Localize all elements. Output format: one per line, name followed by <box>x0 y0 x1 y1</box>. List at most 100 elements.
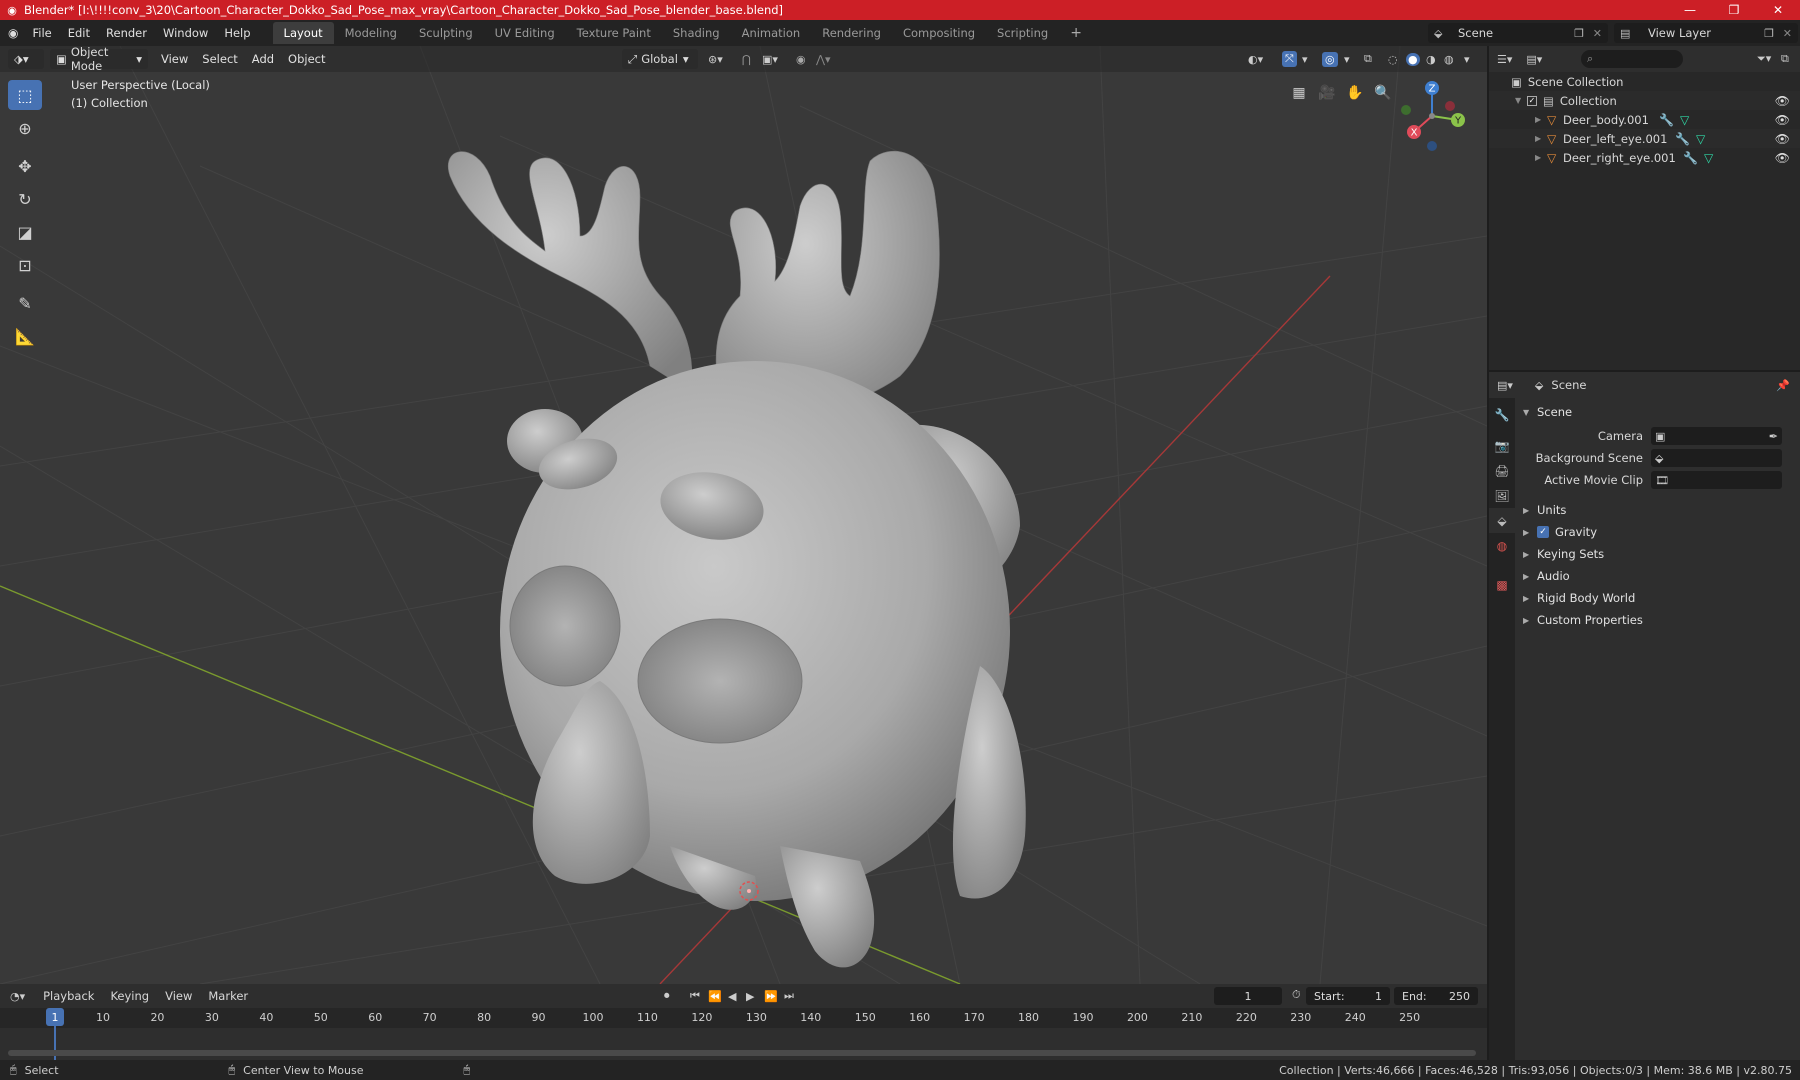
mode-selector[interactable]: ▣ Object Mode ▾ <box>50 46 148 73</box>
camera-field[interactable]: ▣ ✒ <box>1651 427 1782 445</box>
tab-animation[interactable]: Animation <box>731 22 812 44</box>
new-scene-icon[interactable]: ❐ <box>1574 27 1584 40</box>
panel-keying-sets-header[interactable]: ▶ Keying Sets <box>1519 544 1798 564</box>
tab-rendering[interactable]: Rendering <box>811 22 892 44</box>
blender-menu-icon[interactable]: ◉ <box>8 26 18 40</box>
new-collection-icon[interactable]: ⧉ <box>1781 52 1789 66</box>
tab-tool[interactable]: 🔧 <box>1489 402 1515 427</box>
menu-window[interactable]: Window <box>155 26 216 40</box>
new-view-layer-icon[interactable]: ❐ <box>1764 27 1774 40</box>
overlays-toggle-icon[interactable]: ◎ <box>1322 51 1338 67</box>
jump-keyframe-back-button[interactable]: ⏪ <box>708 990 722 1003</box>
annotate-tool[interactable]: ✎ <box>8 288 42 318</box>
camera-view-button[interactable]: 🎥 <box>1314 80 1340 106</box>
filter-icon[interactable]: ⏷▾ <box>1757 52 1771 66</box>
gravity-checkbox[interactable]: ✓ <box>1537 526 1549 538</box>
wireframe-shading-icon[interactable]: ◌ <box>1388 53 1398 66</box>
tab-modeling[interactable]: Modeling <box>334 22 408 44</box>
outliner-row-collection[interactable]: ▼ ✓ ▤ Collection 👁 <box>1489 91 1800 110</box>
overlays-menu-icon[interactable]: ▾ <box>1344 53 1350 66</box>
menu-playback[interactable]: Playback <box>35 989 102 1003</box>
play-reverse-button[interactable]: ◀ <box>728 990 736 1003</box>
frame-ruler[interactable]: 10 20 30 40 50 60 70 80 90 100 110 120 130 140 150 160 1… <box>0 1008 1487 1028</box>
properties-editor-icon[interactable]: ▤▾ <box>1497 379 1513 392</box>
timeline-scrollbar[interactable] <box>8 1050 1476 1056</box>
solid-shading-icon[interactable]: ● <box>1406 52 1420 66</box>
menu-render[interactable]: Render <box>98 26 155 40</box>
outliner-editor-icon[interactable]: ☰▾ <box>1497 53 1512 66</box>
eye-icon[interactable]: 👁 <box>1775 151 1790 165</box>
tab-layout[interactable]: Layout <box>272 22 334 44</box>
eye-icon[interactable]: 👁 <box>1775 132 1790 146</box>
scene-selector[interactable]: ⬙ Scene ❐ ✕ <box>1428 23 1608 43</box>
panel-rigid-body-world-header[interactable]: ▶ Rigid Body World <box>1519 588 1798 608</box>
outliner-row-object[interactable]: ▶ ▽ Deer_right_eye.001 🔧 ▽ 👁 <box>1489 148 1800 167</box>
tab-output[interactable]: 🖨 <box>1489 458 1515 483</box>
background-scene-field[interactable]: ⬙ <box>1651 449 1782 467</box>
shading-menu-icon[interactable]: ▾ <box>1464 53 1470 66</box>
rendered-shading-icon[interactable]: ◍ <box>1444 53 1454 66</box>
tab-scene[interactable]: ⬙ <box>1489 508 1515 533</box>
outliner-row-scene-collection[interactable]: ▣ Scene Collection <box>1489 72 1800 91</box>
tab-uv-editing[interactable]: UV Editing <box>484 22 566 44</box>
tab-sculpting[interactable]: Sculpting <box>408 22 484 44</box>
tab-texture-paint[interactable]: Texture Paint <box>566 22 662 44</box>
3d-viewport[interactable]: ⬗▾ ▣ Object Mode ▾ View Select Add Objec… <box>0 46 1487 984</box>
menu-file[interactable]: File <box>24 26 59 40</box>
editor-type-button[interactable]: ⬗▾ <box>8 49 44 69</box>
remove-view-layer-icon[interactable]: ✕ <box>1783 27 1792 40</box>
snap-target-icon[interactable]: ▣▾ <box>762 53 778 66</box>
tab-scripting[interactable]: Scripting <box>986 22 1059 44</box>
jump-end-button[interactable]: ⏭ <box>784 989 794 1003</box>
timeline-editor-icon[interactable]: ◔▾ <box>10 990 25 1003</box>
select-box-tool[interactable]: ⬚ <box>8 80 42 110</box>
cursor-tool[interactable]: ⊕ <box>8 113 42 143</box>
outliner-row-object[interactable]: ▶ ▽ Deer_body.001 🔧 ▽ 👁 <box>1489 110 1800 129</box>
proportional-edit-icon[interactable]: ◉ <box>796 53 806 66</box>
panel-custom-properties-header[interactable]: ▶ Custom Properties <box>1519 610 1798 630</box>
snap-icon[interactable]: ⋂ <box>742 53 751 66</box>
rotate-tool[interactable]: ↻ <box>8 184 42 214</box>
falloff-icon[interactable]: ⋀▾ <box>816 53 831 66</box>
playhead[interactable]: 1 <box>46 1008 64 1026</box>
menu-edit[interactable]: Edit <box>60 26 98 40</box>
add-workspace-button[interactable]: + <box>1059 21 1093 45</box>
eyedropper-icon[interactable]: ✒ <box>1769 430 1778 443</box>
eye-icon[interactable]: 👁 <box>1775 113 1790 127</box>
menu-view[interactable]: View <box>154 52 195 66</box>
active-movie-clip-field[interactable]: 🎞 <box>1651 471 1782 489</box>
gizmo-menu-icon[interactable]: ▾ <box>1302 53 1308 66</box>
view-layer-selector[interactable]: ▤ View Layer ❐ ✕ <box>1614 23 1798 43</box>
play-button[interactable]: ▶ <box>746 990 754 1003</box>
menu-add[interactable]: Add <box>245 52 281 66</box>
toggle-grid-button[interactable]: ▦ <box>1286 80 1312 106</box>
menu-select[interactable]: Select <box>195 52 244 66</box>
pan-view-button[interactable]: ✋ <box>1342 80 1368 106</box>
outliner-search-input[interactable]: ⌕ <box>1581 50 1683 68</box>
visibility-icon[interactable]: ◐▾ <box>1248 53 1263 66</box>
tab-texture[interactable]: ▩ <box>1489 572 1515 597</box>
move-tool[interactable]: ✥ <box>8 151 42 181</box>
expand-arrow-icon[interactable]: ▶ <box>1535 115 1547 124</box>
record-button[interactable]: ⏺ <box>664 989 670 1003</box>
outliner-row-object[interactable]: ▶ ▽ Deer_left_eye.001 🔧 ▽ 👁 <box>1489 129 1800 148</box>
collection-checkbox[interactable]: ✓ <box>1527 95 1537 106</box>
tab-compositing[interactable]: Compositing <box>892 22 986 44</box>
expand-arrow-icon[interactable]: ▶ <box>1535 153 1547 162</box>
remove-scene-icon[interactable]: ✕ <box>1593 27 1602 40</box>
expand-arrow-icon[interactable]: ▶ <box>1535 134 1547 143</box>
menu-help[interactable]: Help <box>216 26 258 40</box>
stopwatch-icon[interactable]: ⏱ <box>1292 988 1301 1002</box>
end-frame-field[interactable]: End: 250 <box>1394 987 1478 1005</box>
gizmo-toggle-icon[interactable]: ⤧ <box>1282 51 1297 67</box>
jump-start-button[interactable]: ⏮ <box>690 989 700 1003</box>
expand-arrow-icon[interactable]: ▼ <box>1515 96 1527 105</box>
scale-tool[interactable]: ◪ <box>8 217 42 247</box>
tab-shading[interactable]: Shading <box>662 22 731 44</box>
menu-timeline-view[interactable]: View <box>157 989 200 1003</box>
transform-orientation-selector[interactable]: ⤢ Global ▾ <box>622 49 698 69</box>
restore-button[interactable]: ❐ <box>1712 0 1756 20</box>
pin-icon[interactable]: 📌 <box>1776 379 1790 392</box>
material-shading-icon[interactable]: ◑ <box>1426 53 1436 66</box>
jump-keyframe-forward-button[interactable]: ⏩ <box>764 990 778 1003</box>
